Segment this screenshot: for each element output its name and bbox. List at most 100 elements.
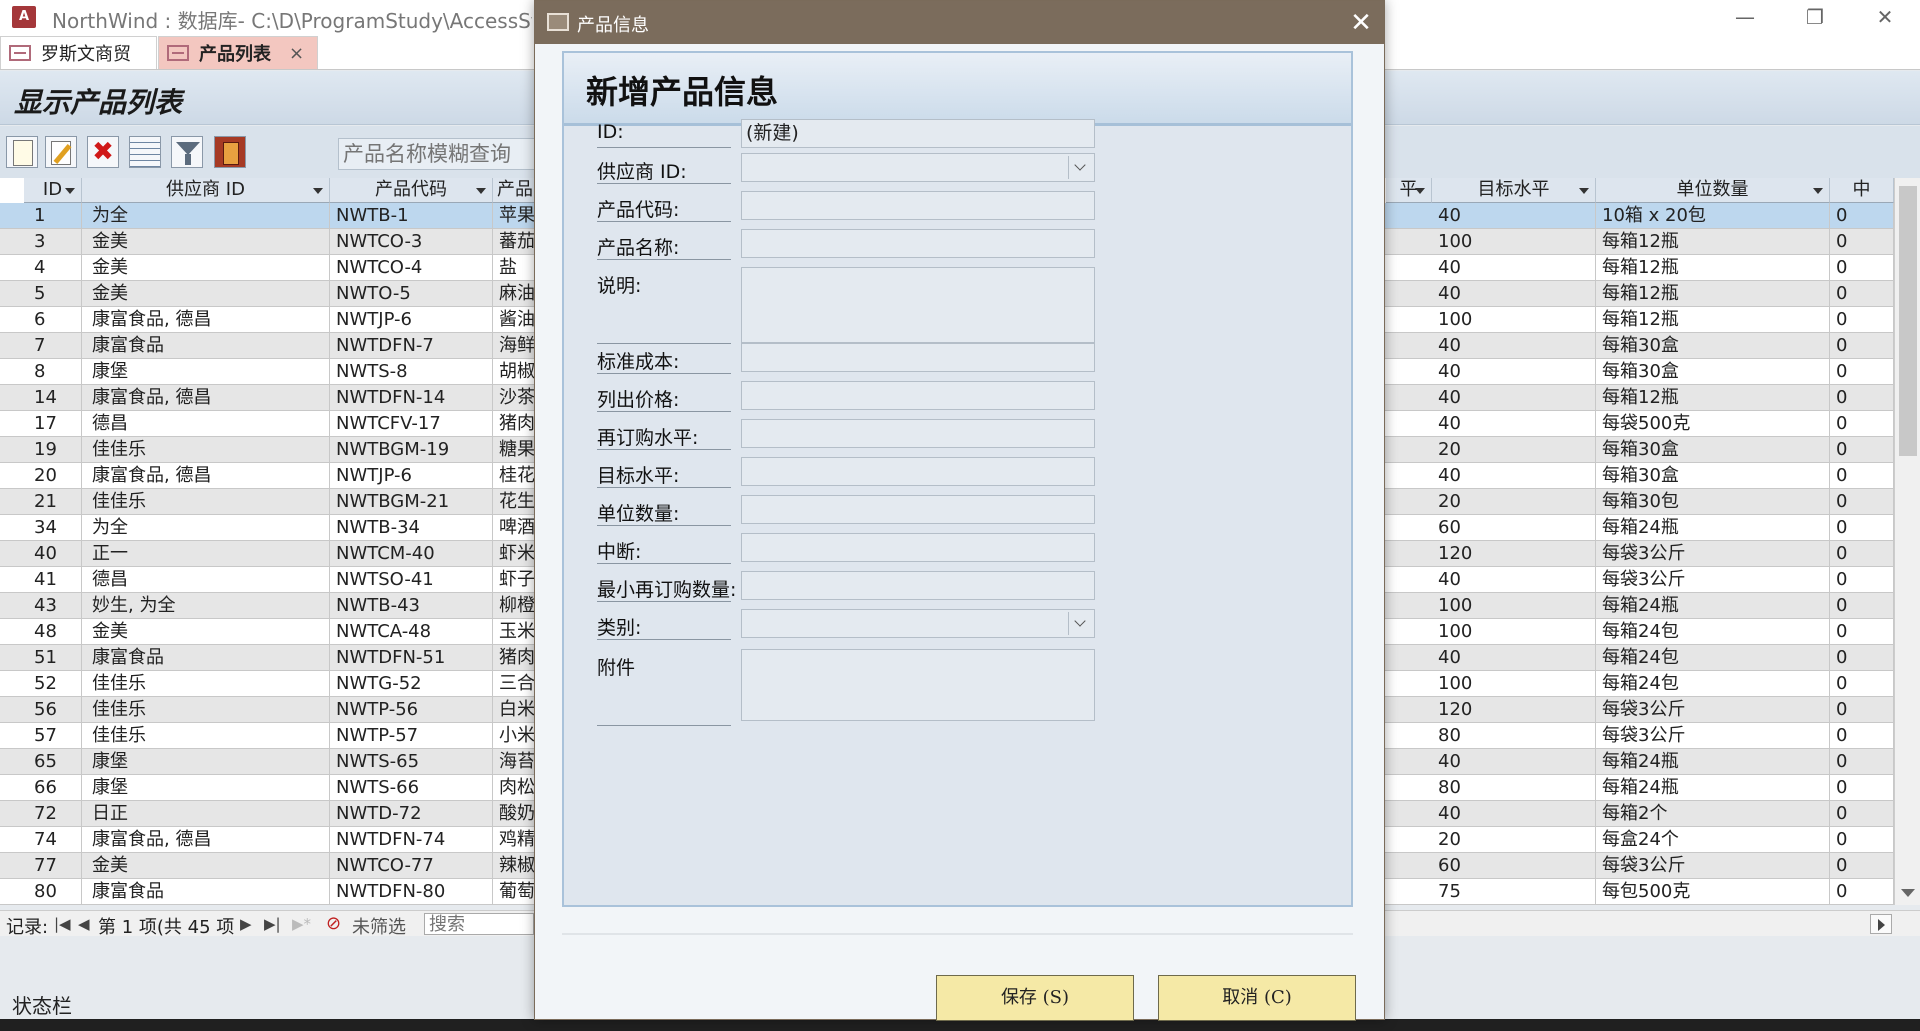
cell-quantity-per-unit[interactable]: 每箱12瓶 bbox=[1598, 385, 1830, 410]
cell-quantity-per-unit[interactable]: 每袋3公斤 bbox=[1598, 567, 1830, 592]
new-record-nav-icon[interactable]: ▶* bbox=[292, 915, 311, 933]
cell-discontinued[interactable]: 0 bbox=[1832, 437, 1894, 462]
cell-id[interactable]: 41 bbox=[30, 567, 82, 592]
cell-discontinued[interactable]: 0 bbox=[1832, 203, 1894, 228]
scroll-down-icon[interactable] bbox=[1901, 889, 1915, 897]
cell-product-code[interactable]: NWTDFN-51 bbox=[332, 645, 493, 670]
filter-status[interactable]: 未筛选 bbox=[352, 913, 406, 939]
field-combo[interactable] bbox=[741, 153, 1095, 182]
column-header-id[interactable]: ID bbox=[24, 178, 82, 203]
cell-product-name[interactable]: 肉松 bbox=[495, 775, 538, 800]
cell-id[interactable]: 14 bbox=[30, 385, 82, 410]
cell-id[interactable]: 43 bbox=[30, 593, 82, 618]
cell-product-code[interactable]: NWTCO-3 bbox=[332, 229, 493, 254]
cell-product-name[interactable]: 桂花 bbox=[495, 463, 538, 488]
field-input[interactable] bbox=[741, 457, 1095, 486]
cell-id[interactable]: 40 bbox=[30, 541, 82, 566]
cell-quantity-per-unit[interactable]: 每袋3公斤 bbox=[1598, 723, 1830, 748]
cell-supplier[interactable]: 康堡 bbox=[88, 775, 330, 800]
cell-discontinued[interactable]: 0 bbox=[1832, 749, 1894, 774]
cell-id[interactable]: 48 bbox=[30, 619, 82, 644]
cell-target-level[interactable]: 120 bbox=[1434, 697, 1596, 722]
cell-quantity-per-unit[interactable]: 10箱 x 20包 bbox=[1598, 203, 1830, 228]
cell-discontinued[interactable]: 0 bbox=[1832, 463, 1894, 488]
cell-id[interactable]: 77 bbox=[30, 853, 82, 878]
cell-discontinued[interactable]: 0 bbox=[1832, 619, 1894, 644]
cell-id[interactable]: 4 bbox=[30, 255, 82, 280]
column-header-target-level[interactable]: 目标水平 bbox=[1432, 178, 1596, 203]
cell-product-name[interactable]: 蕃茄 bbox=[495, 229, 538, 254]
cell-discontinued[interactable]: 0 bbox=[1832, 281, 1894, 306]
field-input[interactable] bbox=[741, 343, 1095, 372]
cell-product-name[interactable]: 胡椒 bbox=[495, 359, 538, 384]
cell-discontinued[interactable]: 0 bbox=[1832, 671, 1894, 696]
cell-supplier[interactable]: 康富食品, 德昌 bbox=[88, 827, 330, 852]
field-input[interactable] bbox=[741, 495, 1095, 524]
cell-id[interactable]: 20 bbox=[30, 463, 82, 488]
cell-id[interactable]: 6 bbox=[30, 307, 82, 332]
field-input[interactable] bbox=[741, 229, 1095, 258]
edit-record-icon[interactable] bbox=[45, 136, 77, 168]
cell-supplier[interactable]: 康富食品, 德昌 bbox=[88, 385, 330, 410]
chevron-down-icon[interactable] bbox=[476, 188, 486, 194]
cell-id[interactable]: 72 bbox=[30, 801, 82, 826]
cell-target-level[interactable]: 75 bbox=[1434, 879, 1596, 904]
cell-quantity-per-unit[interactable]: 每箱30盒 bbox=[1598, 333, 1830, 358]
cell-product-name[interactable]: 三合 bbox=[495, 671, 538, 696]
cell-id[interactable]: 56 bbox=[30, 697, 82, 722]
column-header-supplier[interactable]: 供应商 ID bbox=[82, 178, 330, 203]
cell-target-level[interactable]: 40 bbox=[1434, 411, 1596, 436]
cell-id[interactable]: 57 bbox=[30, 723, 82, 748]
cell-supplier[interactable]: 佳佳乐 bbox=[88, 437, 330, 462]
minimize-button[interactable]: — bbox=[1710, 0, 1780, 34]
cell-quantity-per-unit[interactable]: 每箱12瓶 bbox=[1598, 229, 1830, 254]
cell-target-level[interactable]: 20 bbox=[1434, 827, 1596, 852]
cell-target-level[interactable]: 60 bbox=[1434, 853, 1596, 878]
cell-target-level[interactable]: 40 bbox=[1434, 645, 1596, 670]
cell-target-level[interactable]: 40 bbox=[1434, 255, 1596, 280]
cell-product-name[interactable]: 猪肉 bbox=[495, 645, 538, 670]
cell-product-name[interactable]: 小米 bbox=[495, 723, 538, 748]
cell-id[interactable]: 8 bbox=[30, 359, 82, 384]
cell-target-level[interactable]: 40 bbox=[1434, 801, 1596, 826]
cell-quantity-per-unit[interactable]: 每袋3公斤 bbox=[1598, 541, 1830, 566]
cell-discontinued[interactable]: 0 bbox=[1832, 411, 1894, 436]
cell-product-code[interactable]: NWTSO-41 bbox=[332, 567, 493, 592]
column-header-discontinued[interactable]: 中 bbox=[1830, 178, 1894, 203]
cell-product-name[interactable]: 海鲜 bbox=[495, 333, 538, 358]
chevron-down-icon[interactable] bbox=[313, 188, 323, 194]
cell-supplier[interactable]: 康富食品 bbox=[88, 645, 330, 670]
cell-id[interactable]: 52 bbox=[30, 671, 82, 696]
cell-quantity-per-unit[interactable]: 每箱24瓶 bbox=[1598, 775, 1830, 800]
close-icon[interactable]: ✕ bbox=[1341, 5, 1381, 41]
cell-product-name[interactable]: 柳橙 bbox=[495, 593, 538, 618]
cell-supplier[interactable]: 德昌 bbox=[88, 411, 330, 436]
chevron-down-icon[interactable] bbox=[65, 188, 75, 194]
cell-target-level[interactable]: 40 bbox=[1434, 281, 1596, 306]
cell-supplier[interactable]: 康堡 bbox=[88, 749, 330, 774]
cell-quantity-per-unit[interactable]: 每箱30盒 bbox=[1598, 463, 1830, 488]
field-input[interactable] bbox=[741, 419, 1095, 448]
cell-target-level[interactable]: 100 bbox=[1434, 671, 1596, 696]
cell-id[interactable]: 66 bbox=[30, 775, 82, 800]
column-header-reorder-level[interactable]: 平 bbox=[1386, 178, 1432, 203]
cell-discontinued[interactable]: 0 bbox=[1832, 879, 1894, 904]
cell-product-code[interactable]: NWTJP-6 bbox=[332, 463, 493, 488]
cell-supplier[interactable]: 为全 bbox=[88, 515, 330, 540]
cell-quantity-per-unit[interactable]: 每箱30盒 bbox=[1598, 359, 1830, 384]
cell-product-name[interactable]: 玉米 bbox=[495, 619, 538, 644]
scroll-right-icon[interactable] bbox=[1870, 914, 1892, 934]
cell-id[interactable]: 1 bbox=[30, 203, 82, 228]
cell-product-code[interactable]: NWTDFN-14 bbox=[332, 385, 493, 410]
cell-target-level[interactable]: 100 bbox=[1434, 593, 1596, 618]
field-input[interactable] bbox=[741, 571, 1095, 600]
field-memo[interactable] bbox=[741, 649, 1095, 721]
cell-supplier[interactable]: 佳佳乐 bbox=[88, 697, 330, 722]
cell-supplier[interactable]: 佳佳乐 bbox=[88, 671, 330, 696]
cell-product-name[interactable]: 虾子 bbox=[495, 567, 538, 592]
cell-supplier[interactable]: 佳佳乐 bbox=[88, 489, 330, 514]
cell-product-code[interactable]: NWTCA-48 bbox=[332, 619, 493, 644]
cell-quantity-per-unit[interactable]: 每箱12瓶 bbox=[1598, 255, 1830, 280]
cell-target-level[interactable]: 40 bbox=[1434, 203, 1596, 228]
column-header-quantity-per-unit[interactable]: 单位数量 bbox=[1596, 178, 1830, 203]
